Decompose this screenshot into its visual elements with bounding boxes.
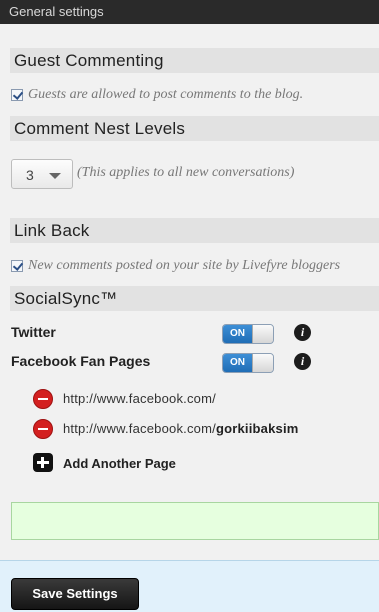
page-url-base: http://www.facebook.com/ bbox=[63, 391, 216, 406]
nest-levels-value: 3 bbox=[26, 167, 34, 183]
remove-page-icon[interactable] bbox=[33, 419, 53, 439]
link-back-heading: Link Back bbox=[10, 218, 379, 243]
guest-commenting-option[interactable]: Guests are allowed to post comments to t… bbox=[11, 87, 303, 103]
link-back-checkbox[interactable] bbox=[11, 260, 23, 272]
twitter-label: Twitter bbox=[11, 324, 56, 340]
link-back-label: New comments posted on your site by Live… bbox=[28, 258, 341, 273]
save-settings-button[interactable]: Save Settings bbox=[11, 578, 139, 610]
facebook-fan-pages-label: Facebook Fan Pages bbox=[11, 353, 151, 369]
nest-levels-heading: Comment Nest Levels bbox=[10, 116, 379, 141]
twitter-toggle[interactable]: ON bbox=[222, 324, 274, 344]
window-title-bar: General settings bbox=[0, 0, 379, 24]
facebook-page-url: http://www.facebook.com/ bbox=[63, 391, 216, 406]
settings-footer: Save Settings bbox=[0, 560, 379, 612]
window-title: General settings bbox=[9, 4, 104, 19]
chevron-down-icon bbox=[49, 173, 61, 179]
toggle-knob bbox=[252, 325, 273, 343]
facebook-toggle-state: ON bbox=[223, 354, 252, 372]
twitter-toggle-state: ON bbox=[223, 325, 252, 343]
guest-commenting-heading: Guest Commenting bbox=[10, 48, 379, 73]
guest-commenting-label: Guests are allowed to post comments to t… bbox=[28, 87, 304, 102]
page-url-name: gorkiibaksim bbox=[215, 421, 299, 436]
guest-commenting-checkbox[interactable] bbox=[11, 89, 23, 101]
plus-square-icon[interactable] bbox=[33, 453, 53, 472]
facebook-fan-pages-toggle[interactable]: ON bbox=[222, 353, 274, 373]
nest-levels-note: (This applies to all new conversations) bbox=[77, 165, 295, 180]
info-icon[interactable]: i bbox=[294, 353, 311, 370]
status-message-box bbox=[11, 502, 379, 540]
facebook-page-url: http://www.facebook.com/gorkiibaksim bbox=[63, 421, 299, 436]
page-url-base: http://www.facebook.com/ bbox=[63, 421, 216, 436]
remove-page-icon[interactable] bbox=[33, 389, 53, 409]
nest-levels-select[interactable]: 3 bbox=[11, 159, 73, 189]
link-back-option[interactable]: New comments posted on your site by Live… bbox=[11, 258, 340, 274]
add-another-page-link[interactable]: Add Another Page bbox=[63, 456, 176, 471]
toggle-knob bbox=[252, 354, 273, 372]
socialsync-heading: SocialSync™ bbox=[10, 286, 379, 311]
info-icon[interactable]: i bbox=[294, 324, 311, 341]
